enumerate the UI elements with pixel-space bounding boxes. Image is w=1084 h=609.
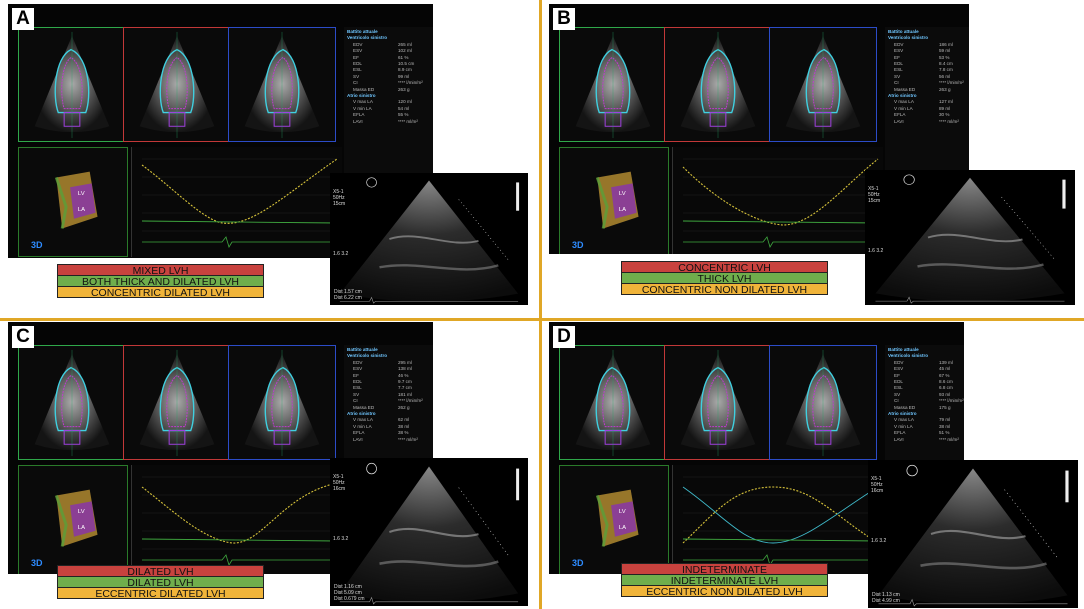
3d-label: 3D xyxy=(31,558,43,568)
scale-readout: 1.6 3.2 xyxy=(333,536,349,542)
apical-view-1 xyxy=(18,27,126,142)
apical-view-1 xyxy=(559,27,667,142)
horizontal-divider xyxy=(0,318,1084,321)
panel-letter: C xyxy=(12,326,34,348)
scale-readout: 1.6 3.2 xyxy=(333,251,349,257)
distance-readouts: Dist 1.57 cm Dist 6.22 cm xyxy=(334,289,362,301)
apical-view-3 xyxy=(228,27,336,142)
lv-label: LV xyxy=(619,509,626,515)
apical-view-1 xyxy=(18,345,126,460)
probe-info: X5-1 50Hz 16cm xyxy=(333,474,346,492)
classification-labels: MIXED LVH BOTH THICK AND DILATED LVH CONCE… xyxy=(57,264,264,298)
3d-label: 3D xyxy=(572,240,584,250)
lv-label: LV xyxy=(78,509,85,515)
classification-labels: CONCENTRIC LVH THICK LVH CONCENTRIC NON DI… xyxy=(621,261,828,295)
panel-letter: A xyxy=(12,8,34,30)
apical-view-2 xyxy=(123,27,231,142)
la-label: LA xyxy=(619,207,626,213)
apical-view-2 xyxy=(664,345,772,460)
volume-curve-graph xyxy=(672,147,883,254)
3d-volume-view: LV LA 3D xyxy=(559,465,669,574)
measurement-row: LAVI **** ml/m² xyxy=(353,118,418,124)
echo-image-c: X5-1 50Hz 16cm 1.6 3.2 Dist 1.16 cm Dist 5.09… xyxy=(330,458,528,606)
3d-volume-view: LV LA 3D xyxy=(559,147,669,254)
apical-view-3 xyxy=(228,345,336,460)
la-label: LA xyxy=(78,525,85,531)
classification-yellow: CONCENTRIC NON DILATED LVH xyxy=(621,283,828,295)
lv-label: LV xyxy=(78,191,85,197)
distance-readouts: Dist 1.16 cm Dist 5.09 cm Dist 0.679 cm xyxy=(334,584,365,602)
scale-readout: 1.6 3.2 xyxy=(871,538,887,544)
volume-curve-graph xyxy=(131,465,342,574)
apical-view-2 xyxy=(664,27,772,142)
echo-image-b: X5-1 50Hz 15cm 1.6 3.2 xyxy=(865,170,1075,305)
probe-info: X5-1 50Hz 15cm xyxy=(333,189,346,207)
probe-info: X5-1 50Hz 15cm xyxy=(868,186,881,204)
vertical-divider xyxy=(539,0,542,609)
classification-labels: DILATED LVH DILATED LVH ECCENTRIC DILATED … xyxy=(57,565,264,599)
3d-label: 3D xyxy=(31,240,43,250)
scale-readout: 1.6 3.2 xyxy=(868,248,884,254)
volume-curve-graph xyxy=(672,465,883,574)
panel-letter: B xyxy=(553,8,575,30)
classification-labels: INDETERMINATE INDETERMINATE LVH ECCENTRIC … xyxy=(621,563,828,597)
classification-yellow: ECCENTRIC NON DILATED LVH xyxy=(621,585,828,597)
apical-view-3 xyxy=(769,345,877,460)
distance-readouts: Dist 1.13 cm Dist 4.99 cm xyxy=(872,592,900,604)
3d-volume-view: LV LA 3D xyxy=(18,147,128,257)
la-label: LA xyxy=(619,525,626,531)
echo-image-d: X5-1 50Hz 16cm 1.6 3.2 Dist 1.13 cm Dist 4.99… xyxy=(868,460,1078,608)
classification-yellow: ECCENTRIC DILATED LVH xyxy=(57,587,264,599)
measurement-row: LAVI **** ml/m² xyxy=(353,436,418,442)
apical-view-1 xyxy=(559,345,667,460)
probe-info: X5-1 50Hz 16cm xyxy=(871,476,884,494)
3d-label: 3D xyxy=(572,558,584,568)
apical-view-2 xyxy=(123,345,231,460)
lv-label: LV xyxy=(619,191,626,197)
la-label: LA xyxy=(78,207,85,213)
classification-yellow: CONCENTRIC DILATED LVH xyxy=(57,286,264,298)
measurement-row: LAVI **** ml/m² xyxy=(894,436,959,442)
panel-letter: D xyxy=(553,326,575,348)
classification-green: BOTH THICK AND DILATED LVH xyxy=(57,275,264,287)
3d-volume-view: LV LA 3D xyxy=(18,465,128,574)
apical-view-3 xyxy=(769,27,877,142)
echo-image-a: X5-1 50Hz 15cm 1.6 3.2 Dist 1.57 cm Dist 6.22… xyxy=(330,173,528,305)
volume-curve-graph xyxy=(131,147,342,257)
measurement-row: LAVI **** ml/m² xyxy=(894,118,959,124)
